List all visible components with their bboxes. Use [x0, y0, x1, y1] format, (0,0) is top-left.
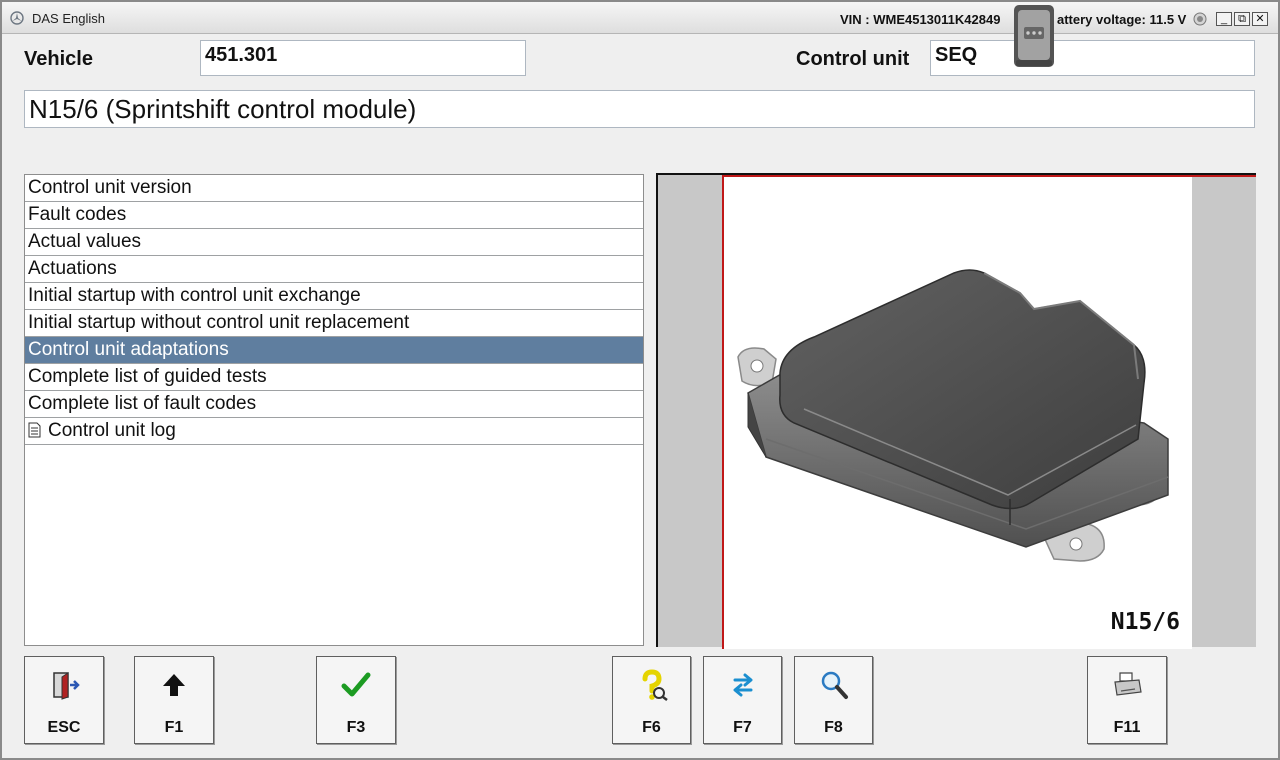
menu-item-label: Control unit log [48, 420, 176, 441]
control-unit-field: SEQ [930, 40, 1255, 76]
minimize-button[interactable]: _ [1216, 12, 1232, 26]
battery-voltage-readout: attery voltage: 11.5 V [1057, 12, 1187, 27]
help-question-icon [642, 669, 668, 701]
f7-button-label: F7 [733, 719, 752, 736]
battery-status-icon [1193, 12, 1207, 26]
window-title: DAS English [32, 11, 105, 26]
vin-readout: VIN : WME4513011K42849 [840, 12, 1001, 27]
f3-button[interactable]: F3 [316, 656, 396, 744]
document-icon [28, 422, 41, 438]
menu-item-initial-startup-no-replacement[interactable]: Initial startup without control unit rep… [25, 310, 643, 337]
f11-button[interactable]: F11 [1087, 656, 1167, 744]
close-button[interactable]: ✕ [1252, 12, 1268, 26]
printer-icon [1114, 672, 1142, 696]
menu-item-control-unit-log[interactable]: Control unit log [25, 418, 643, 445]
f11-button-label: F11 [1113, 719, 1141, 736]
exit-door-icon [53, 672, 80, 700]
component-image: N15/6 [722, 177, 1192, 649]
menu-item-fault-code-list[interactable]: Complete list of fault codes [25, 391, 643, 418]
diagnostic-device-icon [1014, 5, 1054, 67]
f7-button[interactable]: F7 [703, 656, 782, 744]
f8-button[interactable]: F8 [794, 656, 873, 744]
module-title: N15/6 (Sprintshift control module) [24, 90, 1255, 128]
vehicle-field: 451.301 [200, 40, 526, 76]
f1-button[interactable]: F1 [134, 656, 214, 744]
f6-button[interactable]: F6 [612, 656, 691, 744]
control-unit-label: Control unit [796, 48, 910, 70]
f1-button-label: F1 [164, 719, 184, 736]
component-code-label: N15/6 [1110, 609, 1180, 635]
control-module-image [737, 269, 1169, 562]
menu-item-control-unit-adaptations[interactable]: Control unit adaptations [25, 337, 643, 364]
arrow-up-icon [163, 674, 185, 696]
function-menu: Control unit version Fault codes Actual … [24, 174, 644, 646]
swap-arrows-icon [733, 673, 752, 697]
f3-button-label: F3 [346, 719, 366, 736]
f6-button-label: F6 [642, 719, 661, 736]
mercedes-star-icon [10, 11, 24, 25]
vehicle-label: Vehicle [24, 48, 93, 70]
menu-item-control-unit-version[interactable]: Control unit version [25, 175, 643, 202]
checkmark-icon [341, 672, 371, 697]
title-bar: DAS English VIN : WME4513011K42849 atter… [2, 2, 1278, 67]
menu-item-initial-startup-exchange[interactable]: Initial startup with control unit exchan… [25, 283, 643, 310]
esc-button[interactable]: ESC [24, 656, 104, 744]
menu-item-guided-tests[interactable]: Complete list of guided tests [25, 364, 643, 391]
esc-button-label: ESC [47, 719, 81, 736]
f8-button-label: F8 [824, 719, 843, 736]
menu-item-actual-values[interactable]: Actual values [25, 229, 643, 256]
menu-item-fault-codes[interactable]: Fault codes [25, 202, 643, 229]
restore-button[interactable]: ⧉ [1234, 12, 1250, 26]
menu-item-actuations[interactable]: Actuations [25, 256, 643, 283]
component-image-panel: N15/6 [656, 173, 1256, 649]
magnifier-icon [821, 671, 848, 699]
das-window: DAS English VIN : WME4513011K42849 atter… [0, 0, 1280, 760]
